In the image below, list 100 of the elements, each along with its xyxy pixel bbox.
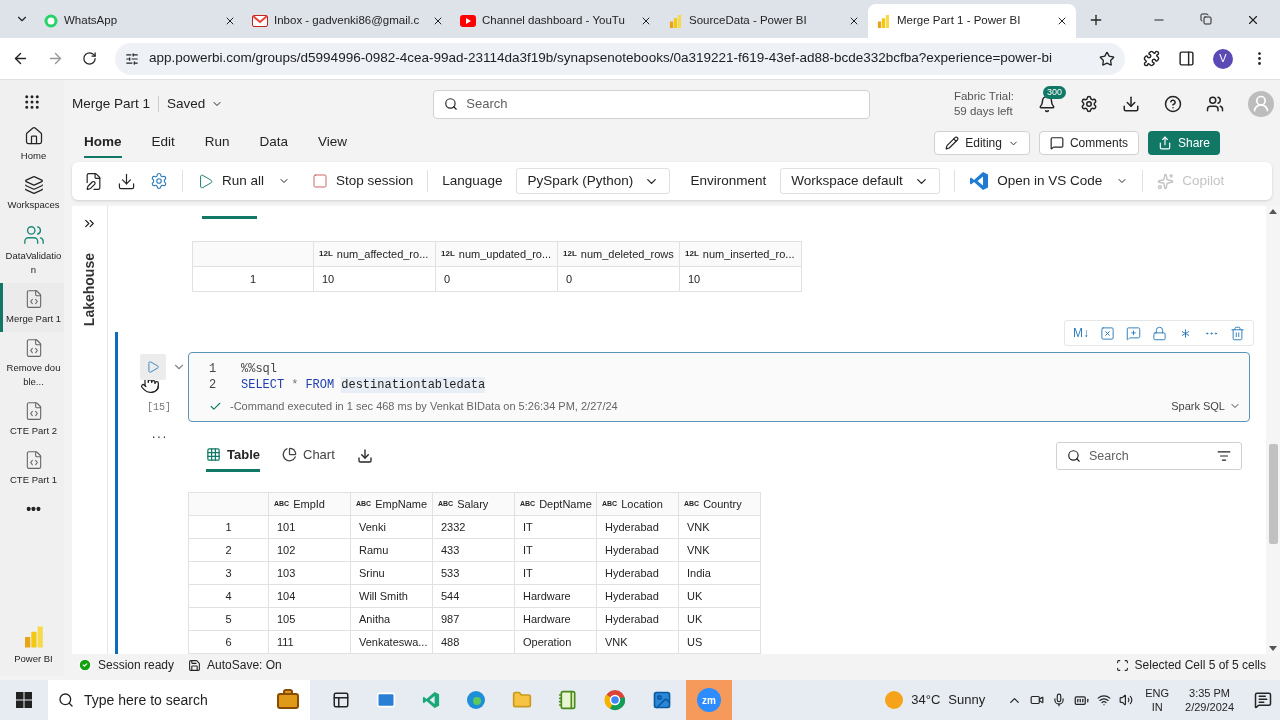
browser-tab[interactable]: WhatsApp [36,4,244,38]
edit-file-icon[interactable] [84,171,103,191]
language-dropdown[interactable]: PySpark (Python) [516,168,671,194]
scroll-thumb[interactable] [1268,444,1278,544]
environment-dropdown[interactable]: Workspace default [780,168,941,194]
ribbon-tab[interactable]: Home [84,128,122,158]
photos-icon[interactable] [652,690,672,710]
notepad-icon[interactable] [558,690,578,710]
code-editor-icon[interactable] [422,691,440,709]
download-icon[interactable] [1122,95,1140,113]
bookmark-icon[interactable] [1099,50,1115,67]
delete-icon[interactable] [1230,325,1245,341]
browser-tab[interactable]: Channel dashboard - YouTu [452,4,660,38]
browser-icon[interactable] [466,690,486,710]
close-icon[interactable] [224,15,236,27]
rail-item[interactable]: ••• [0,493,64,522]
profile-avatar[interactable]: V [1213,48,1233,69]
rail-item[interactable]: CTE Part 1 [0,444,64,493]
address-field[interactable]: app.powerbi.com/groups/d5994996-0982-4cea-99ad-23114da3f19b/synapsenotebooks/0a319221-f619-43ef-ad88-bcde332bcfba?experience=power-bi [115,42,1125,75]
taskbar-search-field[interactable]: Type here to search [48,680,310,720]
row-number: 2 [189,539,269,561]
mail-icon[interactable] [376,690,396,710]
table-cell: Operation [515,631,597,653]
markdown-toggle[interactable]: M↓ [1073,324,1089,342]
search-input[interactable]: Type here to search [84,689,266,711]
ribbon-tab[interactable]: View [318,128,348,158]
people-icon[interactable] [1206,95,1224,113]
column-name: num_updated_ro... [458,246,552,262]
run-cell-button[interactable] [140,354,166,380]
table-cell: 0 [436,267,558,291]
code-token: destinationtabledata [341,377,486,393]
close-icon[interactable] [848,15,860,27]
ribbon-tab[interactable]: Edit [151,128,175,158]
help-icon[interactable] [1164,95,1182,113]
notifications-icon[interactable] [1254,691,1272,709]
table-cell: 987 [433,608,515,630]
bell-icon[interactable] [1038,95,1056,113]
home-icon [23,126,44,146]
ribbon-tab[interactable]: Run [204,128,230,158]
tab-title: WhatsApp [64,13,119,29]
table-cell: Venkateswa... [351,631,433,653]
output-tab[interactable]: Chart [282,440,335,472]
rail-item[interactable]: Remove double... [0,332,64,395]
reload-icon[interactable] [82,51,97,66]
save-status[interactable]: Saved [167,93,224,115]
browser-tab[interactable]: SourceData - Power BI [660,4,868,38]
back-icon[interactable] [12,50,29,67]
output-search-field[interactable]: Search [1056,442,1242,470]
code-token: %%sql [241,361,277,377]
lakehouse-label[interactable]: Lakehouse [79,253,100,327]
comment-add-icon[interactable] [1126,325,1141,341]
comments-button[interactable]: Comments [1038,131,1139,155]
ribbon-tab[interactable]: Data [259,128,289,158]
download-icon[interactable] [117,171,136,191]
rail-item[interactable]: DataValidation [0,218,64,283]
table-cell: UK [679,608,761,630]
download-icon[interactable] [356,448,373,464]
output-tab[interactable]: Table [206,440,260,472]
vs-code-button[interactable]: Open in VS Code [969,170,1103,192]
filter-icon[interactable] [1217,449,1231,463]
chrome-icon[interactable] [604,689,626,711]
search-input[interactable]: Search [466,94,860,114]
execution-count: [15] [147,401,171,415]
close-icon[interactable] [1246,13,1260,27]
new-tab-icon[interactable] [1088,12,1104,28]
stop-session-button[interactable]: Stop session [312,170,414,192]
clear-icon[interactable] [1100,325,1115,341]
extensions-icon[interactable] [1143,50,1160,67]
close-icon[interactable] [432,15,444,27]
browser-tab[interactable]: Inbox - gadvenki86@gmail.c [244,4,452,38]
language-selector[interactable]: Spark SQL [1171,398,1241,415]
search-field[interactable]: Search [433,89,871,119]
settings-icon[interactable] [1080,95,1098,113]
cell-more-button[interactable]: ... [152,425,168,443]
side-panel-icon[interactable] [1178,50,1195,67]
table-cell: 103 [269,562,351,584]
browser-tab[interactable]: Merge Part 1 - Power BI [868,4,1076,38]
temperature-text: 34°C [911,691,941,710]
windows-start-icon[interactable] [16,692,32,708]
search-input[interactable]: Search [1089,446,1209,466]
rail-item[interactable]: Home [0,120,64,169]
lock-icon[interactable] [1152,325,1167,341]
rail-item[interactable]: Power BI [0,619,64,672]
rail-item[interactable]: Workspaces [0,169,64,218]
rail-item[interactable]: Merge Part 1 [0,283,64,332]
check-circle-icon [78,658,92,672]
run-all-button[interactable]: Run all [197,170,265,192]
table-cell: 488 [433,631,515,653]
editing-button[interactable]: Editing [934,131,1030,155]
rail-item[interactable]: CTE Part 2 [0,395,64,444]
app-launcher-icon[interactable] [23,93,41,111]
share-button[interactable]: Share [1147,131,1220,155]
close-icon[interactable] [1056,15,1068,27]
close-icon[interactable] [640,15,652,27]
forward-icon[interactable] [47,50,64,67]
table-cell: VNK [679,539,761,561]
restore-icon[interactable] [1200,13,1212,25]
scroll-up-arrow[interactable] [1269,209,1277,214]
site-info-icon[interactable] [125,51,139,66]
task-view-icon[interactable] [332,691,350,709]
